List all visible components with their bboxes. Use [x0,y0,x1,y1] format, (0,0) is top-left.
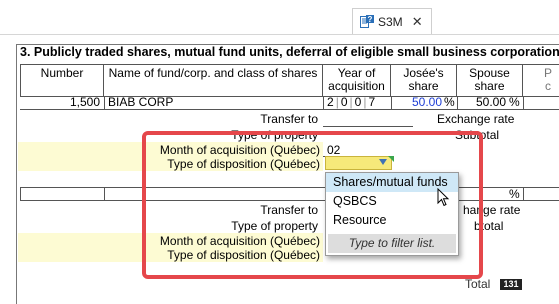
form-help-icon: ? [360,14,374,29]
pct-label: % [509,187,520,201]
josee-share-field[interactable]: 50.00 [402,96,442,110]
header-name: Name of fund/corp. and class of shares [104,64,323,97]
col-divider [523,96,524,110]
section-title: 3. Publicly traded shares, mutual fund u… [20,45,559,59]
col-divider [523,187,524,201]
total-label: Total [465,277,491,291]
col-divider [104,187,105,201]
tab-label: S3M [378,14,403,29]
exchange-rate-label: Exchange rate [437,112,515,126]
josee-pct-label: % [444,95,455,109]
col-divider [457,96,458,110]
header-number: Number [20,64,104,97]
col-divider [391,96,392,110]
transfer-to-label: Transfer to [260,112,318,126]
header-josee-share: Josée's share [391,64,457,97]
number-field[interactable]: 1,500 [20,96,100,110]
svg-text:?: ? [368,15,373,24]
year-field[interactable]: 2 | 0 | 0 | 7 [327,96,387,110]
spouse-share-field[interactable]: 50.00 [466,96,506,110]
tab-s3m[interactable]: ? S3M ✕ [352,8,432,34]
spouse-pct-label: % [509,95,520,109]
transfer-to-field[interactable] [323,126,413,127]
close-icon[interactable]: ✕ [412,14,423,30]
header-partial: Pc [523,64,559,97]
header-year: Year of acquisition [323,64,391,97]
header-spouse-share: Spouse share [457,64,523,97]
total-value: 131 [500,279,522,290]
col-divider [323,96,324,110]
highlight-box [142,131,483,279]
col-divider [104,96,105,110]
tab-strip-divider [0,34,559,35]
name-field[interactable]: BIAB CORP [108,96,318,110]
